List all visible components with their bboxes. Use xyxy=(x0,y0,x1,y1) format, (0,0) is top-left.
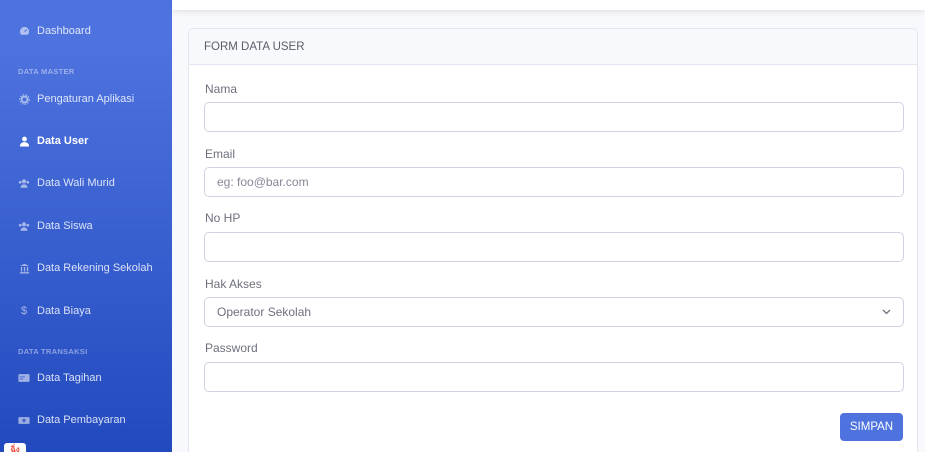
form-card: FORM DATA USER Nama Email No HP Hak Akse… xyxy=(188,28,918,452)
sidebar-heading-transaksi: DATA TRANSAKSI xyxy=(18,347,88,356)
sidebar-item-data-biaya[interactable]: $ Data Biaya xyxy=(0,296,172,326)
gear-icon xyxy=(18,93,30,105)
sidebar-item-dashboard[interactable]: Dashboard xyxy=(0,16,172,46)
corner-badge: ฉิ่ง xyxy=(4,443,26,452)
password-input[interactable] xyxy=(204,362,904,392)
user-icon xyxy=(18,136,30,147)
email-input[interactable] xyxy=(204,167,904,197)
nama-input[interactable] xyxy=(204,102,904,132)
topbar xyxy=(172,0,925,10)
sidebar-item-data-user[interactable]: Data User xyxy=(0,126,172,156)
dashboard-icon xyxy=(18,26,30,37)
sidebar-heading-master: DATA MASTER xyxy=(18,67,75,76)
email-label: Email xyxy=(205,147,236,161)
nohp-input[interactable] xyxy=(204,232,904,262)
sidebar-item-label: Data User xyxy=(37,135,89,147)
sidebar-item-label: Data Biaya xyxy=(37,305,91,317)
sidebar-item-label: Data Siswa xyxy=(37,220,93,232)
hak-akses-label: Hak Akses xyxy=(205,277,262,291)
users-icon xyxy=(18,178,30,189)
sidebar-item-label: Pengaturan Aplikasi xyxy=(37,93,135,105)
hak-akses-selected: Operator Sekolah xyxy=(217,305,312,319)
nama-label: Nama xyxy=(205,82,238,96)
users-icon xyxy=(18,221,30,232)
sidebar-item-label: Data Pembayaran xyxy=(37,414,126,426)
simpan-button[interactable]: SIMPAN xyxy=(840,413,903,441)
sidebar-item-data-siswa[interactable]: Data Siswa xyxy=(0,211,172,241)
password-label: Password xyxy=(205,341,258,355)
hak-akses-select[interactable]: Operator Sekolah xyxy=(204,297,904,327)
card-title: FORM DATA USER xyxy=(189,29,917,65)
sidebar-item-data-rekening-sekolah[interactable]: Data Rekening Sekolah xyxy=(0,253,172,283)
sidebar-item-label: Data Tagihan xyxy=(37,372,102,384)
sidebar: Dashboard DATA MASTER Pengaturan Aplikas… xyxy=(0,0,172,452)
sidebar-item-data-wali-murid[interactable]: Data Wali Murid xyxy=(0,168,172,198)
bank-icon xyxy=(18,263,30,274)
invoice-icon xyxy=(18,373,30,383)
chevron-down-icon xyxy=(881,307,891,317)
sidebar-item-data-tagihan[interactable]: Data Tagihan xyxy=(0,363,172,393)
money-icon xyxy=(18,416,30,425)
dollar-icon: $ xyxy=(20,305,28,317)
sidebar-item-pengaturan-aplikasi[interactable]: Pengaturan Aplikasi xyxy=(0,84,172,114)
sidebar-item-label: Dashboard xyxy=(37,25,91,37)
sidebar-item-label: Data Rekening Sekolah xyxy=(37,262,153,274)
sidebar-item-data-pembayaran[interactable]: Data Pembayaran xyxy=(0,405,172,435)
sidebar-item-label: Data Wali Murid xyxy=(37,177,115,189)
nohp-label: No HP xyxy=(205,211,241,225)
